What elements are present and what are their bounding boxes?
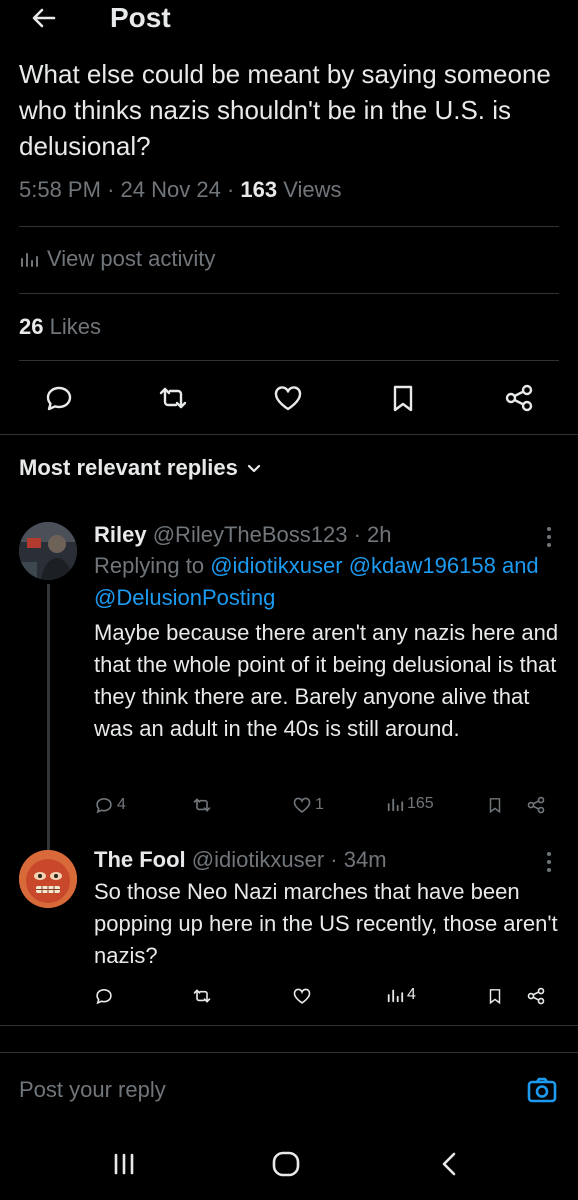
thread-line: [47, 584, 50, 850]
analytics-icon: [386, 986, 404, 1004]
reply-count: 4: [117, 796, 126, 813]
reply-header: Riley @RileyTheBoss123 · 2h: [94, 520, 562, 550]
reply-icon[interactable]: [94, 986, 114, 1006]
reply-time: · 2h: [353, 522, 392, 547]
repost-icon: [192, 795, 212, 815]
display-name[interactable]: The Fool: [94, 847, 186, 872]
views-action[interactable]: 4: [386, 986, 416, 1004]
bookmark-icon[interactable]: [486, 986, 504, 1006]
view-post-activity-link[interactable]: View post activity: [19, 246, 215, 272]
mention-link[interactable]: @idiotikxuser: [210, 553, 342, 578]
reply-actions: 4: [94, 986, 554, 1008]
view-post-activity-label: View post activity: [47, 246, 216, 271]
mention-and: and: [501, 553, 539, 578]
header: Post: [0, 0, 578, 40]
post-actions: [0, 382, 578, 418]
display-name[interactable]: Riley: [94, 522, 147, 547]
like-heart-icon: [292, 795, 312, 815]
divider: [0, 1052, 578, 1053]
page-title: Post: [110, 2, 171, 33]
likes-summary[interactable]: 26 Likes: [19, 314, 101, 340]
likes-count: 26: [19, 314, 44, 339]
mention-link[interactable]: @DelusionPosting: [94, 585, 275, 610]
more-options-icon[interactable]: [546, 526, 552, 548]
divider: [19, 226, 559, 227]
back-icon[interactable]: [437, 1150, 461, 1178]
bookmark-icon[interactable]: [486, 795, 504, 815]
like-count: 1: [315, 796, 324, 813]
more-options-icon[interactable]: [546, 851, 552, 873]
views-action[interactable]: 165: [386, 795, 434, 813]
reply-action[interactable]: 4: [94, 795, 126, 815]
divider: [0, 1025, 578, 1026]
repost-icon[interactable]: [157, 382, 189, 414]
repost-action[interactable]: [192, 795, 212, 815]
post-time[interactable]: 5:58 PM: [19, 177, 101, 202]
meta-separator: ·: [107, 177, 115, 202]
likes-label: Likes: [49, 314, 101, 339]
camera-icon[interactable]: [526, 1074, 558, 1106]
like-action[interactable]: 1: [292, 795, 324, 815]
user-handle[interactable]: @idiotikxuser: [192, 847, 324, 872]
share-icon[interactable]: [503, 382, 535, 414]
recent-apps-icon[interactable]: [110, 1150, 138, 1178]
avatar[interactable]: [19, 850, 77, 908]
replying-to: Replying to @idiotikxuser @kdaw196158 an…: [94, 550, 562, 614]
divider: [0, 434, 578, 435]
analytics-icon: [386, 795, 404, 813]
post-text: What else could be meant by saying someo…: [19, 59, 551, 161]
reply-icon[interactable]: [43, 382, 75, 414]
home-icon[interactable]: [271, 1150, 301, 1178]
share-icon[interactable]: [526, 986, 546, 1006]
reply-compose-input[interactable]: Post your reply: [19, 1077, 166, 1103]
sort-label: Most relevant replies: [19, 455, 238, 480]
views-label: Views: [283, 177, 342, 202]
meta-separator: ·: [226, 177, 235, 202]
reply-actions: 4 1 165: [94, 795, 554, 817]
post-date[interactable]: 24 Nov 24: [121, 177, 221, 202]
back-arrow-icon[interactable]: [30, 4, 58, 32]
mention-link[interactable]: @kdaw196158: [349, 553, 496, 578]
bookmark-icon[interactable]: [387, 382, 419, 414]
reply-text: Maybe because there aren't any nazis her…: [94, 620, 559, 741]
repost-icon[interactable]: [192, 986, 212, 1006]
reply-text: So those Neo Nazi marches that have been…: [94, 879, 558, 968]
divider: [19, 293, 559, 294]
reply-icon: [94, 795, 114, 815]
avatar[interactable]: [19, 522, 77, 580]
reply-header: The Fool @idiotikxuser · 34m: [94, 845, 562, 875]
divider: [19, 360, 559, 361]
replies-sort-dropdown[interactable]: Most relevant replies: [19, 455, 262, 481]
like-heart-icon[interactable]: [292, 986, 312, 1006]
views-count: 163: [240, 177, 278, 202]
system-navigation-bar: [0, 1140, 578, 1190]
views-count: 165: [407, 795, 434, 812]
post-meta: 5:58 PM · 24 Nov 24 · 163 Views: [19, 177, 342, 203]
replying-to-label: Replying to: [94, 553, 205, 578]
user-handle[interactable]: @RileyTheBoss123: [153, 522, 348, 547]
share-icon[interactable]: [526, 795, 546, 815]
like-heart-icon[interactable]: [272, 382, 304, 414]
analytics-icon: [19, 249, 39, 269]
chevron-down-icon: [246, 460, 262, 476]
views-count: 4: [407, 986, 416, 1003]
reply-time: · 34m: [330, 847, 387, 872]
